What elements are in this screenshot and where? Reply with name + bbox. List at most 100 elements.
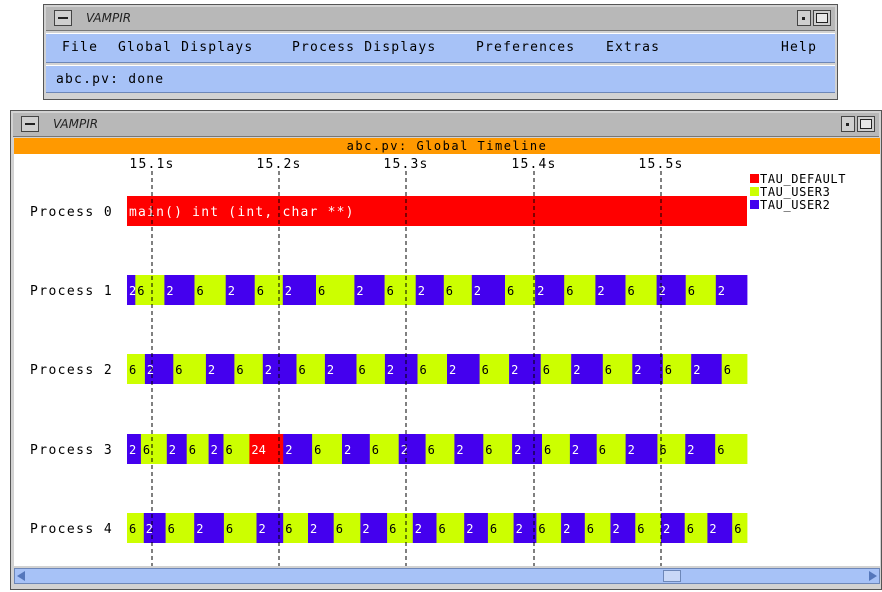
- segment-label: 6: [129, 363, 136, 377]
- segment-label: 2: [516, 522, 523, 536]
- scroll-thumb[interactable]: [663, 570, 681, 582]
- minimize-button[interactable]: [841, 116, 855, 132]
- segment-label: 2: [687, 443, 694, 457]
- segment-label: 2: [228, 284, 235, 298]
- segment-label: 6: [566, 284, 573, 298]
- menu-file[interactable]: File: [62, 40, 98, 55]
- main-function-label: main() int (int, char **): [129, 205, 355, 220]
- process-label: Process 1: [30, 284, 113, 299]
- segment-label: 6: [168, 522, 175, 536]
- segment-label: 6: [637, 522, 644, 536]
- maximize-icon: [860, 119, 872, 129]
- segment-label: 6: [543, 363, 550, 377]
- segment-label: 2: [537, 284, 544, 298]
- segment-label: 6: [143, 443, 150, 457]
- segment-label: 6: [724, 363, 731, 377]
- timeline-svg[interactable]: 15.1s 15.2s 15.3s 15.4s 15.5sTAU_DEFAULTTAU_…: [14, 154, 880, 566]
- tick-label: 15.4s: [511, 157, 556, 172]
- segment-label: 2: [693, 363, 700, 377]
- maximize-button[interactable]: [857, 116, 875, 132]
- segment-label: 6: [688, 284, 695, 298]
- menu-extras[interactable]: Extras: [606, 40, 660, 55]
- segment-label: 6: [544, 443, 551, 457]
- menu-global-displays[interactable]: Global Displays: [118, 40, 253, 55]
- segment-label: 2: [196, 522, 203, 536]
- segment-label: 2: [449, 363, 456, 377]
- segment-label: 2: [169, 443, 176, 457]
- segment-label: 2: [344, 443, 351, 457]
- maximize-button[interactable]: [813, 10, 831, 26]
- segment-label: 6: [717, 443, 724, 457]
- segment-label: 6: [318, 284, 325, 298]
- segment-label: 2: [327, 363, 334, 377]
- window-menu-button[interactable]: [54, 10, 72, 26]
- menu-help[interactable]: Help: [781, 40, 817, 55]
- segment-label: 2: [418, 284, 425, 298]
- tick-label: 15.3s: [383, 157, 428, 172]
- segment-label: 6: [137, 284, 144, 298]
- window-menu-button[interactable]: [21, 116, 39, 132]
- global-timeline-plot[interactable]: 15.1s 15.2s 15.3s 15.4s 15.5s TAU_DEFAULT TAU_…: [14, 154, 880, 566]
- legend-label: TAU_DEFAULT: [760, 172, 846, 186]
- scroll-left-icon[interactable]: [17, 571, 25, 581]
- segment-label: 2: [208, 363, 215, 377]
- tick-label: 15.5s: [638, 157, 683, 172]
- segment-label: 2: [129, 443, 136, 457]
- segment-label: 2: [356, 284, 363, 298]
- maximize-icon: [816, 13, 828, 23]
- segment-label: 2: [285, 284, 292, 298]
- segment-label: 6: [538, 522, 545, 536]
- segment-label: 6: [482, 363, 489, 377]
- segment-label: 2: [597, 284, 604, 298]
- segment-label: 6: [299, 363, 306, 377]
- segment-label: 6: [389, 522, 396, 536]
- menu-preferences[interactable]: Preferences: [476, 40, 575, 55]
- segment-label: 2: [166, 284, 173, 298]
- segment-label: 6: [428, 443, 435, 457]
- segment-label: 2: [628, 443, 635, 457]
- segment-label: 6: [175, 363, 182, 377]
- process-label: Process 3: [30, 443, 113, 458]
- segment-label: 6: [236, 363, 243, 377]
- segment-label: 2: [659, 284, 666, 298]
- legend-label: TAU_USER3: [760, 185, 830, 199]
- status-text: abc.pv: done: [46, 65, 835, 93]
- segment-label: 6: [599, 443, 606, 457]
- menubar: File Global Displays Process Displays Pr…: [46, 33, 835, 63]
- segment-label: 6: [605, 363, 612, 377]
- tick-label: 15.1s: [129, 157, 174, 172]
- segment-label: 2: [211, 443, 218, 457]
- horizontal-scrollbar[interactable]: [14, 568, 880, 584]
- legend-label: TAU_USER2: [760, 198, 830, 212]
- legend-swatch: [750, 200, 759, 209]
- timeline-window-title: VAMPIR: [53, 117, 99, 131]
- process-label: Process 0: [30, 205, 113, 220]
- segment-label: 6: [587, 522, 594, 536]
- segment-label: 2: [466, 522, 473, 536]
- segment-label: 2: [387, 363, 394, 377]
- segment-label: 6: [420, 363, 427, 377]
- menu-process-displays[interactable]: Process Displays: [292, 40, 436, 55]
- segment-label: 2: [563, 522, 570, 536]
- segment-label: 6: [659, 443, 666, 457]
- segment-label: 2: [572, 443, 579, 457]
- segment-label: 6: [285, 522, 292, 536]
- segment-label: 6: [336, 522, 343, 536]
- segment-label: 2: [147, 363, 154, 377]
- segment-label: 2: [401, 443, 408, 457]
- segment-label: 6: [446, 284, 453, 298]
- process-label: Process 2: [30, 363, 113, 378]
- segment-label: 6: [439, 522, 446, 536]
- scroll-right-icon[interactable]: [869, 571, 877, 581]
- segment-label: 6: [226, 443, 233, 457]
- segment-label: 6: [387, 284, 394, 298]
- main-titlebar[interactable]: VAMPIR: [46, 7, 835, 31]
- segment-label: 6: [485, 443, 492, 457]
- segment-label: 6: [314, 443, 321, 457]
- segment-label: 2: [511, 363, 518, 377]
- minimize-icon: [846, 123, 849, 126]
- minimize-button[interactable]: [797, 10, 811, 26]
- timeline-titlebar[interactable]: VAMPIR: [13, 113, 879, 137]
- segment-label: 2: [613, 522, 620, 536]
- window-menu-icon: [25, 123, 35, 125]
